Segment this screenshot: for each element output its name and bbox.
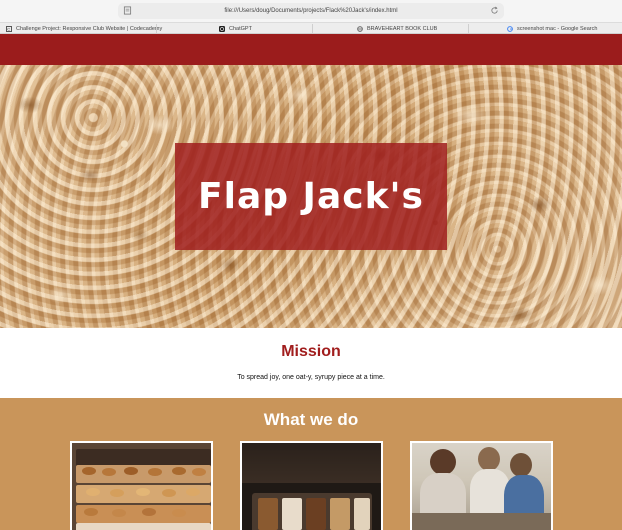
address-bar-url: file:///Users/doug/Documents/projects/Fl… [224, 8, 398, 14]
hero-title: Flap Jack's [198, 176, 424, 217]
display-shelf [76, 523, 211, 530]
pastry [136, 488, 150, 496]
bookmark-label: ChatGPT [229, 25, 252, 32]
chatgpt-icon [219, 25, 225, 32]
pastry [112, 509, 126, 517]
what-we-do-section: What we do [0, 398, 622, 530]
person-head [478, 447, 500, 471]
pastry [172, 467, 186, 475]
mission-title: Mission [281, 343, 341, 360]
person-head [430, 449, 456, 475]
bookmark-codecademy[interactable]: C Challenge Project: Responsive Club Web… [6, 23, 162, 34]
flapjack-bars-image [240, 441, 383, 530]
bookmark-label: Challenge Project: Responsive Club Websi… [16, 25, 163, 32]
person-head [510, 453, 532, 477]
pastry [142, 508, 156, 516]
flapjack-bar [354, 498, 370, 530]
hero-oat-texture-image: Flap Jack's [0, 65, 622, 328]
bookmark-braveheart[interactable]: BRAVEHEART BOOK CLUB [357, 23, 437, 34]
pastry [82, 467, 96, 475]
bookmark-google[interactable]: screenshot mac - Google Search [507, 23, 597, 34]
flapjack-bar [282, 498, 302, 530]
pastry [102, 468, 116, 476]
site-header-bar [0, 34, 622, 65]
google-icon [507, 25, 513, 32]
flapjack-bar [258, 498, 278, 530]
pastry [148, 468, 162, 476]
pastry [172, 509, 186, 517]
bookmark-divider [468, 24, 469, 33]
bookmark-label: BRAVEHEART BOOK CLUB [367, 25, 438, 32]
globe-icon [357, 25, 363, 32]
mission-section: Mission To spread joy, one oat-y, syrupy… [0, 328, 622, 398]
bookmark-divider [156, 24, 157, 33]
address-bar[interactable]: file:///Users/doug/Documents/projects/Fl… [118, 3, 504, 19]
reload-icon[interactable] [490, 6, 499, 15]
svg-text:C: C [7, 26, 10, 31]
pastry [124, 467, 138, 475]
people-cafe-image [410, 441, 553, 530]
pastry [110, 489, 124, 497]
bookmarks-bar: C Challenge Project: Responsive Club Web… [0, 22, 622, 34]
display-shelf [76, 465, 211, 483]
bookmark-label: screenshot mac - Google Search [517, 25, 598, 32]
table [412, 513, 551, 530]
hero-title-box: Flap Jack's [175, 143, 447, 250]
browser-toolbar: file:///Users/doug/Documents/projects/Fl… [0, 0, 622, 22]
mission-text: To spread joy, one oat-y, syrupy piece a… [237, 374, 385, 381]
flapjack-bar [306, 498, 326, 530]
pastry [84, 508, 98, 516]
bookmark-divider [312, 24, 313, 33]
what-we-do-title: What we do [263, 410, 359, 429]
pastry [186, 488, 200, 496]
page-icon [123, 6, 132, 15]
pastry [86, 488, 100, 496]
bookmark-chatgpt[interactable]: ChatGPT [219, 23, 252, 34]
pastry-display-image [70, 441, 213, 530]
pastry [162, 489, 176, 497]
wood-background [242, 443, 381, 483]
codecademy-icon: C [6, 25, 12, 32]
pastry [192, 468, 206, 476]
flapjack-bar [330, 498, 350, 530]
